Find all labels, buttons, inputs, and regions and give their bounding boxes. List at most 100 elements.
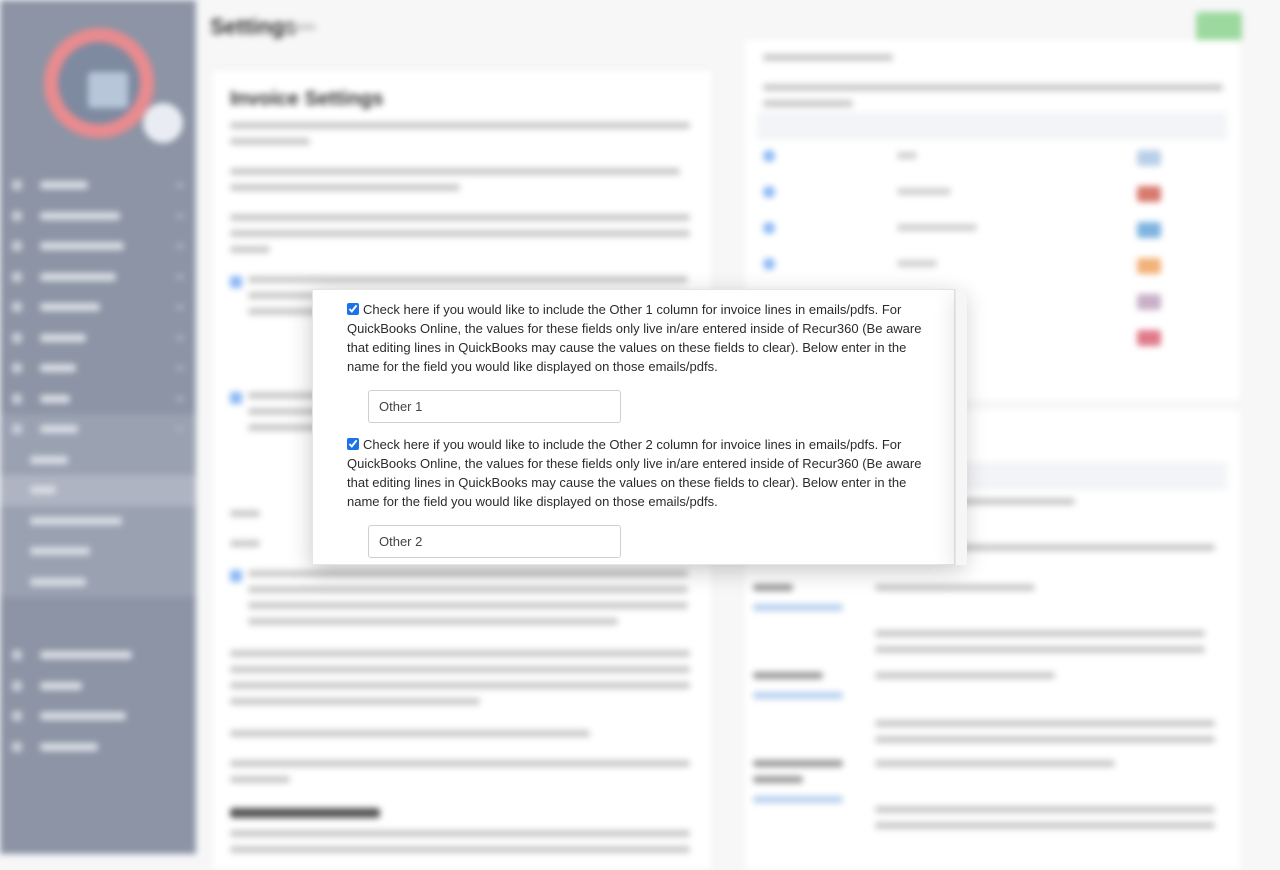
sidebar-bottom-nav bbox=[0, 640, 196, 762]
table-row[interactable] bbox=[757, 212, 1227, 248]
template-links[interactable] bbox=[753, 604, 843, 620]
table-row[interactable] bbox=[757, 248, 1227, 284]
chevron-icon bbox=[176, 304, 184, 311]
enabled-toggle[interactable] bbox=[763, 186, 775, 198]
sidebar-item[interactable] bbox=[0, 323, 196, 354]
other2-name-input[interactable] bbox=[368, 525, 621, 558]
card-title: Invoice Settings bbox=[230, 88, 384, 110]
enabled-toggle[interactable] bbox=[763, 222, 775, 234]
template-row-text bbox=[875, 720, 1215, 752]
sidebar bbox=[0, 0, 196, 854]
sidebar-item[interactable] bbox=[0, 732, 196, 763]
setting-paragraph bbox=[230, 830, 690, 862]
card-brand-icon bbox=[1137, 222, 1161, 238]
setting-paragraph bbox=[230, 650, 690, 714]
nav-icon bbox=[12, 363, 22, 374]
template-links[interactable] bbox=[753, 692, 843, 708]
sidebar-item[interactable] bbox=[0, 640, 196, 671]
nav-icon bbox=[12, 650, 22, 661]
setting-paragraph bbox=[230, 730, 590, 746]
sidebar-item[interactable] bbox=[0, 262, 196, 293]
chevron-icon bbox=[176, 182, 184, 189]
setting-paragraph bbox=[230, 760, 690, 792]
template-row-text bbox=[875, 630, 1205, 662]
setting-paragraph bbox=[248, 570, 688, 634]
avatar[interactable] bbox=[143, 103, 183, 143]
setting-paragraph bbox=[230, 214, 690, 262]
nav-icon bbox=[12, 271, 22, 282]
nav-icon bbox=[12, 210, 22, 221]
sidebar-item[interactable] bbox=[0, 353, 196, 384]
card-brand-icon bbox=[1137, 258, 1161, 274]
sidebar-subitem[interactable] bbox=[0, 536, 196, 567]
sidebar-item[interactable] bbox=[0, 292, 196, 323]
setting-paragraph bbox=[230, 168, 680, 200]
sidebar-item[interactable] bbox=[0, 170, 196, 201]
other2-checkbox[interactable] bbox=[347, 438, 359, 450]
table-row[interactable] bbox=[757, 176, 1227, 212]
company-logo bbox=[44, 28, 154, 138]
sidebar-item-settings[interactable] bbox=[0, 414, 196, 445]
sidebar-item[interactable] bbox=[0, 671, 196, 702]
table-row[interactable] bbox=[757, 140, 1227, 176]
chevron-icon bbox=[176, 365, 184, 372]
card-subtitle bbox=[763, 54, 893, 70]
setting-checkbox[interactable] bbox=[230, 570, 242, 582]
sidebar-item[interactable] bbox=[0, 384, 196, 415]
nav-icon bbox=[12, 332, 22, 343]
card-brand-icon bbox=[1137, 186, 1161, 202]
other1-label: Check here if you would like to include … bbox=[347, 302, 922, 374]
setting-paragraph bbox=[230, 540, 260, 556]
section-heading bbox=[230, 808, 380, 818]
sidebar-subitem[interactable] bbox=[0, 505, 196, 536]
setting-checkbox[interactable] bbox=[230, 392, 242, 404]
other-columns-panel: Check here if you would like to include … bbox=[312, 289, 955, 565]
setting-paragraph bbox=[230, 122, 690, 154]
nav-icon bbox=[12, 711, 22, 722]
chevron-down-icon bbox=[176, 426, 184, 433]
other1-option[interactable]: Check here if you would like to include … bbox=[347, 300, 927, 376]
sidebar-item[interactable] bbox=[0, 231, 196, 262]
nav-icon bbox=[12, 241, 22, 252]
nav-icon bbox=[12, 180, 22, 191]
nav-icon bbox=[12, 302, 22, 313]
setting-checkbox[interactable] bbox=[230, 276, 242, 288]
template-links[interactable] bbox=[753, 796, 843, 812]
sidebar-item[interactable] bbox=[0, 201, 196, 232]
template-name bbox=[753, 672, 823, 688]
template-name bbox=[753, 760, 843, 792]
other2-label: Check here if you would like to include … bbox=[347, 437, 922, 509]
nav-icon bbox=[12, 393, 22, 404]
setting-paragraph bbox=[230, 510, 260, 526]
card-brand-icon bbox=[1137, 294, 1161, 310]
chevron-icon bbox=[176, 334, 184, 341]
template-row-text bbox=[875, 806, 1215, 838]
enabled-toggle[interactable] bbox=[763, 150, 775, 162]
other1-name-input[interactable] bbox=[368, 390, 621, 423]
sidebar-subitem[interactable] bbox=[0, 566, 196, 597]
sidebar-item[interactable] bbox=[0, 701, 196, 732]
scrollbar[interactable] bbox=[955, 289, 967, 565]
chevron-icon bbox=[176, 395, 184, 402]
save-button[interactable] bbox=[1196, 12, 1242, 42]
card-brand-icon bbox=[1137, 150, 1161, 166]
template-row-text bbox=[875, 584, 1035, 600]
page-title: Settings bbox=[210, 14, 297, 39]
sidebar-subitem-active[interactable] bbox=[0, 475, 196, 506]
template-row-text bbox=[875, 672, 1055, 688]
enabled-toggle[interactable] bbox=[763, 258, 775, 270]
other2-option[interactable]: Check here if you would like to include … bbox=[347, 435, 927, 511]
other1-checkbox[interactable] bbox=[347, 303, 359, 315]
chevron-icon bbox=[176, 212, 184, 219]
sidebar-subitem[interactable] bbox=[0, 444, 196, 475]
nav-icon bbox=[12, 680, 22, 691]
table-header bbox=[757, 112, 1227, 140]
sidebar-nav bbox=[0, 170, 196, 597]
template-name bbox=[753, 584, 793, 600]
gear-icon bbox=[12, 424, 22, 435]
page-subtitle bbox=[288, 24, 316, 30]
template-row-text bbox=[875, 760, 1115, 776]
chevron-icon bbox=[176, 243, 184, 250]
card-brand-icon bbox=[1137, 330, 1161, 346]
chevron-icon bbox=[176, 273, 184, 280]
